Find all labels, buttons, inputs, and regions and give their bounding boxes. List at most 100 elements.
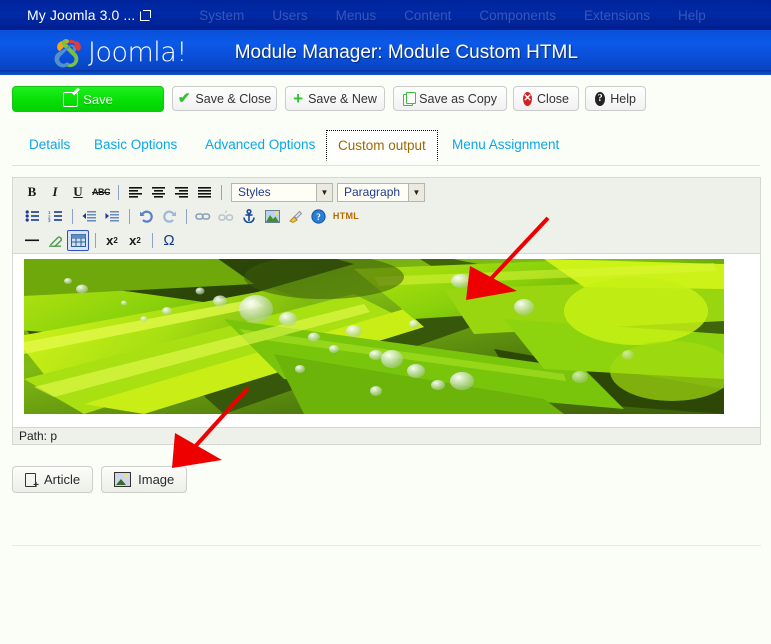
close-button-label: Close: [537, 91, 569, 106]
image-icon: [114, 472, 132, 487]
save-as-copy-button[interactable]: Save as Copy: [393, 86, 507, 111]
redo-icon[interactable]: [158, 206, 180, 227]
article-button[interactable]: Article: [12, 466, 94, 493]
bold-icon[interactable]: B: [21, 182, 43, 203]
nav-item-help[interactable]: Help: [664, 8, 720, 23]
toolbar-separator: [95, 232, 96, 248]
undo-icon[interactable]: [135, 206, 157, 227]
check-icon: ✔: [177, 90, 191, 107]
page-title: Module Manager: Module Custom HTML: [234, 41, 578, 63]
align-left-icon[interactable]: [124, 182, 146, 203]
unlink-icon[interactable]: [215, 206, 237, 227]
content-divider: [12, 545, 761, 546]
html-source-button[interactable]: HTML: [330, 206, 362, 227]
toolbar-separator: [152, 232, 153, 248]
save-button-label: Save: [83, 91, 113, 107]
save-button[interactable]: Save: [12, 86, 164, 112]
remove-format-eraser-icon[interactable]: [44, 230, 66, 251]
toolbar-separator: [129, 208, 130, 224]
admin-nav: System Users Menus Content Components Ex…: [185, 8, 719, 23]
joomla-header: Joomla! Module Manager: Module Custom HT…: [0, 30, 771, 75]
nav-item-extensions[interactable]: Extensions: [570, 8, 664, 23]
insert-image-icon[interactable]: [261, 206, 283, 227]
editor-path-label: Path: p: [19, 429, 58, 443]
table-icon[interactable]: [67, 229, 89, 251]
outdent-icon[interactable]: [78, 206, 100, 227]
save-and-close-button[interactable]: ✔ Save & Close: [172, 86, 277, 111]
italic-icon[interactable]: I: [44, 182, 66, 203]
nav-item-users[interactable]: Users: [258, 8, 321, 23]
joomla-logo: Joomla!: [52, 36, 187, 70]
tab-details[interactable]: Details: [20, 132, 79, 157]
copy-icon: [403, 92, 417, 106]
image-button[interactable]: Image: [101, 466, 188, 493]
article-button-label: Article: [44, 472, 81, 487]
external-link-icon[interactable]: [140, 9, 152, 21]
subscript-icon[interactable]: x2: [101, 230, 123, 251]
image-button-label: Image: [138, 472, 175, 487]
help-button[interactable]: ? Help: [585, 86, 646, 111]
cleanup-brush-icon[interactable]: [284, 206, 306, 227]
format-select[interactable]: Paragraph ▼: [337, 182, 425, 202]
editor-toolbar: B I U ABC Styles ▼ Paragraph ▼ 1 2 3 ? H…: [13, 178, 760, 254]
help-button-label: Help: [610, 91, 636, 106]
joomla-admin-page: My Joomla 3.0 ... System Users Menus Con…: [0, 0, 771, 644]
joomla-wordmark: Joomla!: [88, 37, 187, 68]
action-toolbar: Save ✔ Save & Close + Save & New Save as…: [0, 82, 771, 122]
editor-help-icon[interactable]: ?: [307, 206, 329, 227]
joomla-logo-icon: [54, 38, 81, 67]
special-character-icon[interactable]: Ω: [158, 230, 180, 251]
admin-top-bar: My Joomla 3.0 ... System Users Menus Con…: [0, 0, 771, 30]
link-icon[interactable]: [192, 206, 214, 227]
editor-status-bar: Path: p: [13, 427, 760, 444]
svg-text:?: ?: [316, 212, 321, 222]
close-button[interactable]: ✕ Close: [513, 86, 579, 111]
anchor-icon[interactable]: [238, 206, 260, 227]
close-circle-icon: ✕: [523, 91, 533, 106]
nav-item-menus[interactable]: Menus: [322, 8, 391, 23]
chevron-down-icon[interactable]: ▼: [408, 183, 424, 201]
horizontal-rule-icon[interactable]: [21, 230, 43, 251]
tab-custom-output[interactable]: Custom output: [326, 130, 438, 161]
editor-insert-buttons: Article Image: [12, 466, 188, 493]
indent-icon[interactable]: [101, 206, 123, 227]
save-icon: [63, 91, 79, 107]
numbered-list-icon[interactable]: 123: [44, 206, 66, 227]
bullet-list-icon[interactable]: [21, 206, 43, 227]
align-right-icon[interactable]: [170, 182, 192, 203]
save-and-close-label: Save & Close: [195, 91, 272, 106]
align-center-icon[interactable]: [147, 182, 169, 203]
save-and-new-label: Save & New: [308, 91, 377, 106]
save-and-new-button[interactable]: + Save & New: [285, 86, 385, 111]
tab-advanced-options[interactable]: Advanced Options: [196, 132, 324, 157]
nav-item-content[interactable]: Content: [390, 8, 465, 23]
styles-select-value: Styles: [238, 185, 271, 199]
strikethrough-icon[interactable]: ABC: [90, 182, 112, 203]
editor-toolbar-row-1: B I U ABC Styles ▼ Paragraph ▼: [13, 180, 760, 204]
nav-item-system[interactable]: System: [185, 8, 258, 23]
editor-content-area[interactable]: Path: p: [13, 254, 760, 444]
joomla-logo-text: Joomla!: [88, 39, 187, 66]
site-name-label: My Joomla 3.0 ...: [27, 7, 136, 23]
site-name[interactable]: My Joomla 3.0 ...: [0, 7, 152, 23]
help-circle-icon: ?: [595, 91, 606, 106]
editor-toolbar-row-3: x2 x2 Ω: [13, 228, 760, 252]
underline-icon[interactable]: U: [67, 182, 89, 203]
grass-droplets-image: [24, 259, 724, 414]
styles-select[interactable]: Styles ▼: [231, 182, 333, 202]
align-justify-icon[interactable]: [193, 182, 215, 203]
editor-toolbar-row-2: 123 ? HTML: [13, 204, 760, 228]
superscript-icon[interactable]: x2: [124, 230, 146, 251]
toolbar-separator: [72, 208, 73, 224]
content-image[interactable]: [24, 259, 724, 414]
toolbar-separator: [118, 184, 119, 200]
tab-basic-options[interactable]: Basic Options: [85, 132, 186, 157]
format-select-value: Paragraph: [344, 185, 401, 199]
svg-text:3: 3: [48, 218, 51, 222]
nav-item-components[interactable]: Components: [465, 8, 570, 23]
chevron-down-icon[interactable]: ▼: [316, 183, 332, 201]
tab-menu-assignment[interactable]: Menu Assignment: [443, 132, 568, 157]
toolbar-separator: [221, 184, 222, 200]
toolbar-separator: [186, 208, 187, 224]
tab-bar: Details Basic Options Advanced Options C…: [0, 130, 771, 167]
